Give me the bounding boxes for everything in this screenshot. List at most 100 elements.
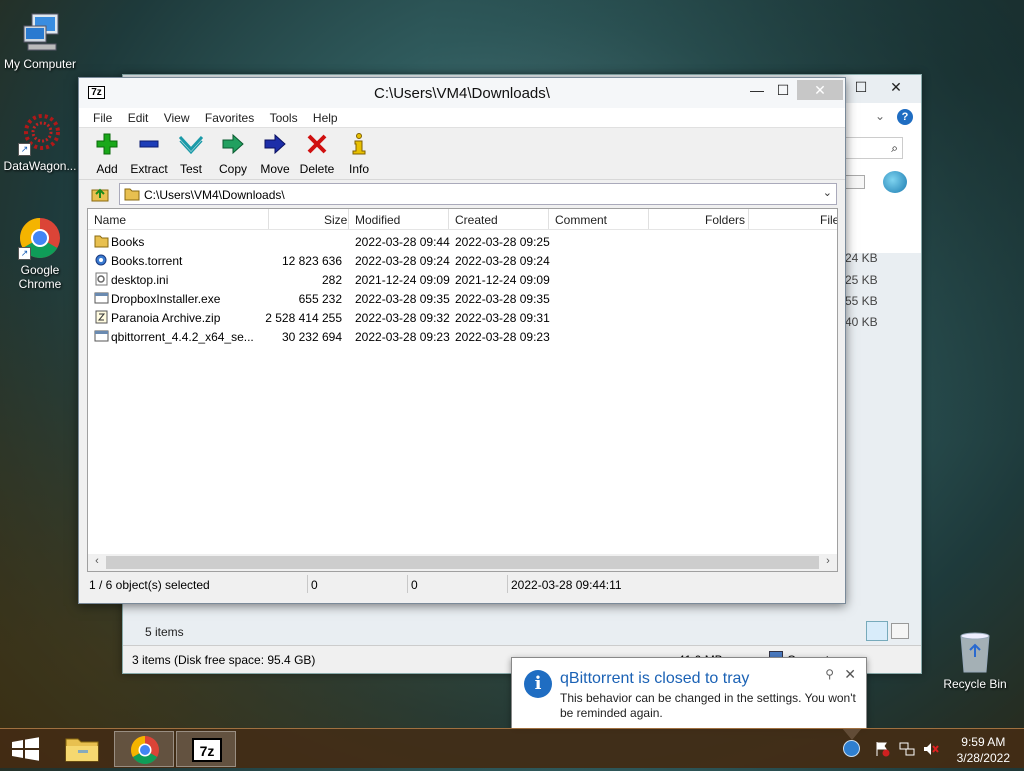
info-button[interactable]: Info — [335, 132, 383, 176]
test-button[interactable]: Test — [167, 132, 215, 176]
file-name: qbittorrent_4.4.2_x64_se... — [111, 330, 254, 344]
7zip-icon: 7z — [192, 738, 222, 762]
desktop-icon-my-computer[interactable]: My Computer — [0, 10, 80, 71]
desktop-icon-google-chrome[interactable]: ↗ Google Chrome — [0, 216, 80, 291]
tray-notification[interactable]: i qBittorrent is closed to tray This beh… — [511, 657, 867, 740]
file-row[interactable]: Books 2022-03-28 09:44 2022-03-28 09:25 — [88, 232, 837, 251]
pin-icon[interactable]: ⚲ — [825, 667, 834, 681]
file-row[interactable]: Books.torrent 12 823 636 2022-03-28 09:2… — [88, 251, 837, 270]
desktop-icon-recycle-bin[interactable]: Recycle Bin — [935, 630, 1015, 691]
close-button[interactable]: ✕ — [797, 80, 843, 100]
file-modified: 2022-03-28 09:24 — [355, 254, 450, 268]
file-modified: 2022-03-28 09:35 — [355, 292, 450, 306]
title-bar[interactable]: 7z C:\Users\VM4\Downloads\ — ☐ ✕ — [79, 78, 845, 108]
qbittorrent-tray-icon[interactable] — [843, 740, 860, 757]
maximize-button[interactable]: ☐ — [769, 80, 797, 100]
horizontal-scrollbar[interactable]: ‹ › — [88, 554, 837, 571]
settings-file-icon — [94, 272, 109, 286]
network-icon[interactable] — [898, 741, 916, 760]
chevron-down-icon[interactable]: ⌄ — [875, 109, 885, 123]
menu-file[interactable]: File — [87, 108, 118, 128]
shortcut-arrow-icon: ↗ — [18, 247, 31, 260]
large-icons-view-icon[interactable] — [891, 623, 909, 639]
close-icon[interactable]: ✕ — [844, 666, 856, 683]
desktop-icon-label: DataWagon... — [3, 159, 77, 173]
address-field[interactable]: C:\Users\VM4\Downloads\ ⌄ — [119, 183, 837, 205]
taskbar-7zip[interactable]: 7z — [176, 731, 236, 767]
menu-favorites[interactable]: Favorites — [199, 108, 260, 128]
taskbar-chrome[interactable] — [114, 731, 174, 767]
notification-title: qBittorrent is closed to tray — [560, 670, 750, 687]
explorer-status-text: 3 items (Disk free space: 95.4 GB) — [132, 653, 316, 667]
desktop-icon-label: Recycle Bin — [943, 677, 1007, 691]
scroll-right-icon[interactable]: › — [820, 555, 836, 567]
delete-button[interactable]: Delete — [293, 132, 341, 176]
file-modified: 2021-12-24 09:09 — [355, 273, 450, 287]
file-row[interactable]: qbittorrent_4.4.2_x64_se... 30 232 694 2… — [88, 327, 837, 346]
file-name: desktop.ini — [111, 273, 169, 287]
toolbar: Add Extract Test Copy Move Delete Info — [79, 128, 845, 180]
preview-pane-icon[interactable] — [883, 171, 907, 193]
col-folders[interactable]: Folders — [705, 213, 745, 227]
extract-button[interactable]: Extract — [125, 132, 173, 176]
file-modified: 2022-03-28 09:44 — [355, 235, 450, 249]
menu-view[interactable]: View — [158, 108, 196, 128]
file-list[interactable]: Name Size Modified Created Comment Folde… — [87, 208, 838, 572]
status-selected: 1 / 6 object(s) selected — [89, 578, 210, 592]
file-created: 2022-03-28 09:23 — [455, 330, 550, 344]
test-label: Test — [179, 162, 202, 176]
action-center-flag-icon[interactable] — [874, 741, 890, 760]
view-options-icon[interactable] — [845, 175, 865, 189]
col-files[interactable]: File — [820, 213, 837, 227]
taskbar-file-explorer[interactable] — [52, 731, 112, 767]
system-clock[interactable]: 9:59 AM 3/28/2022 — [957, 734, 1010, 766]
file-modified: 2022-03-28 09:23 — [355, 330, 450, 344]
7zip-window[interactable]: 7z C:\Users\VM4\Downloads\ — ☐ ✕ File Ed… — [78, 77, 846, 604]
clock-time: 9:59 AM — [961, 735, 1006, 749]
col-comment[interactable]: Comment — [555, 213, 607, 227]
details-view-icon[interactable] — [866, 621, 888, 641]
minimize-button[interactable]: — — [743, 80, 771, 100]
clock-date: 3/28/2022 — [956, 751, 1010, 765]
file-created: 2022-03-28 09:24 — [455, 254, 550, 268]
up-folder-icon[interactable] — [91, 186, 109, 205]
file-modified: 2022-03-28 09:32 — [355, 311, 450, 325]
add-button[interactable]: Add — [83, 132, 131, 176]
info-icon: i — [524, 670, 552, 698]
copy-arrow-icon — [209, 132, 257, 156]
file-row[interactable]: DropboxInstaller.exe 655 232 2022-03-28 … — [88, 289, 837, 308]
explorer-close-button[interactable]: ✕ — [873, 77, 919, 97]
explorer-maximize-button[interactable]: ☐ — [851, 77, 871, 97]
search-icon: ⌕ — [891, 141, 898, 155]
start-button[interactable] — [0, 731, 50, 767]
help-icon[interactable]: ? — [897, 109, 913, 125]
scrollbar-thumb[interactable] — [106, 556, 819, 569]
file-size: 282 — [321, 273, 342, 287]
zip-file-icon — [94, 310, 109, 324]
chevron-down-icon[interactable]: ⌄ — [823, 186, 832, 199]
menu-tools[interactable]: Tools — [264, 108, 304, 128]
menu-help[interactable]: Help — [307, 108, 344, 128]
move-label: Move — [260, 162, 290, 176]
scroll-left-icon[interactable]: ‹ — [89, 555, 105, 567]
volume-muted-icon[interactable] — [922, 741, 940, 760]
desktop-icon-datawagon[interactable]: ↗ DataWagon... — [0, 112, 80, 173]
file-size: 12 823 636 — [281, 254, 342, 268]
datawagon-icon: ↗ — [18, 112, 62, 156]
explorer-search-box[interactable]: ⌕ — [845, 137, 903, 159]
menu-bar: File Edit View Favorites Tools Help — [79, 108, 845, 128]
copy-button[interactable]: Copy — [209, 132, 257, 176]
col-created[interactable]: Created — [455, 213, 498, 227]
file-size: 30 232 694 — [281, 330, 342, 344]
move-button[interactable]: Move — [251, 132, 299, 176]
file-size: 2 528 414 255 — [265, 311, 342, 325]
file-name: Books.torrent — [111, 254, 183, 268]
file-row[interactable]: Paranoia Archive.zip 2 528 414 255 2022-… — [88, 308, 837, 327]
info-label: Info — [348, 162, 369, 176]
col-modified[interactable]: Modified — [355, 213, 400, 227]
extract-label: Extract — [130, 162, 168, 176]
file-row[interactable]: desktop.ini 282 2021-12-24 09:09 2021-12… — [88, 270, 837, 289]
menu-edit[interactable]: Edit — [122, 108, 155, 128]
col-name[interactable]: Name — [94, 213, 126, 227]
col-size[interactable]: Size — [324, 213, 347, 227]
